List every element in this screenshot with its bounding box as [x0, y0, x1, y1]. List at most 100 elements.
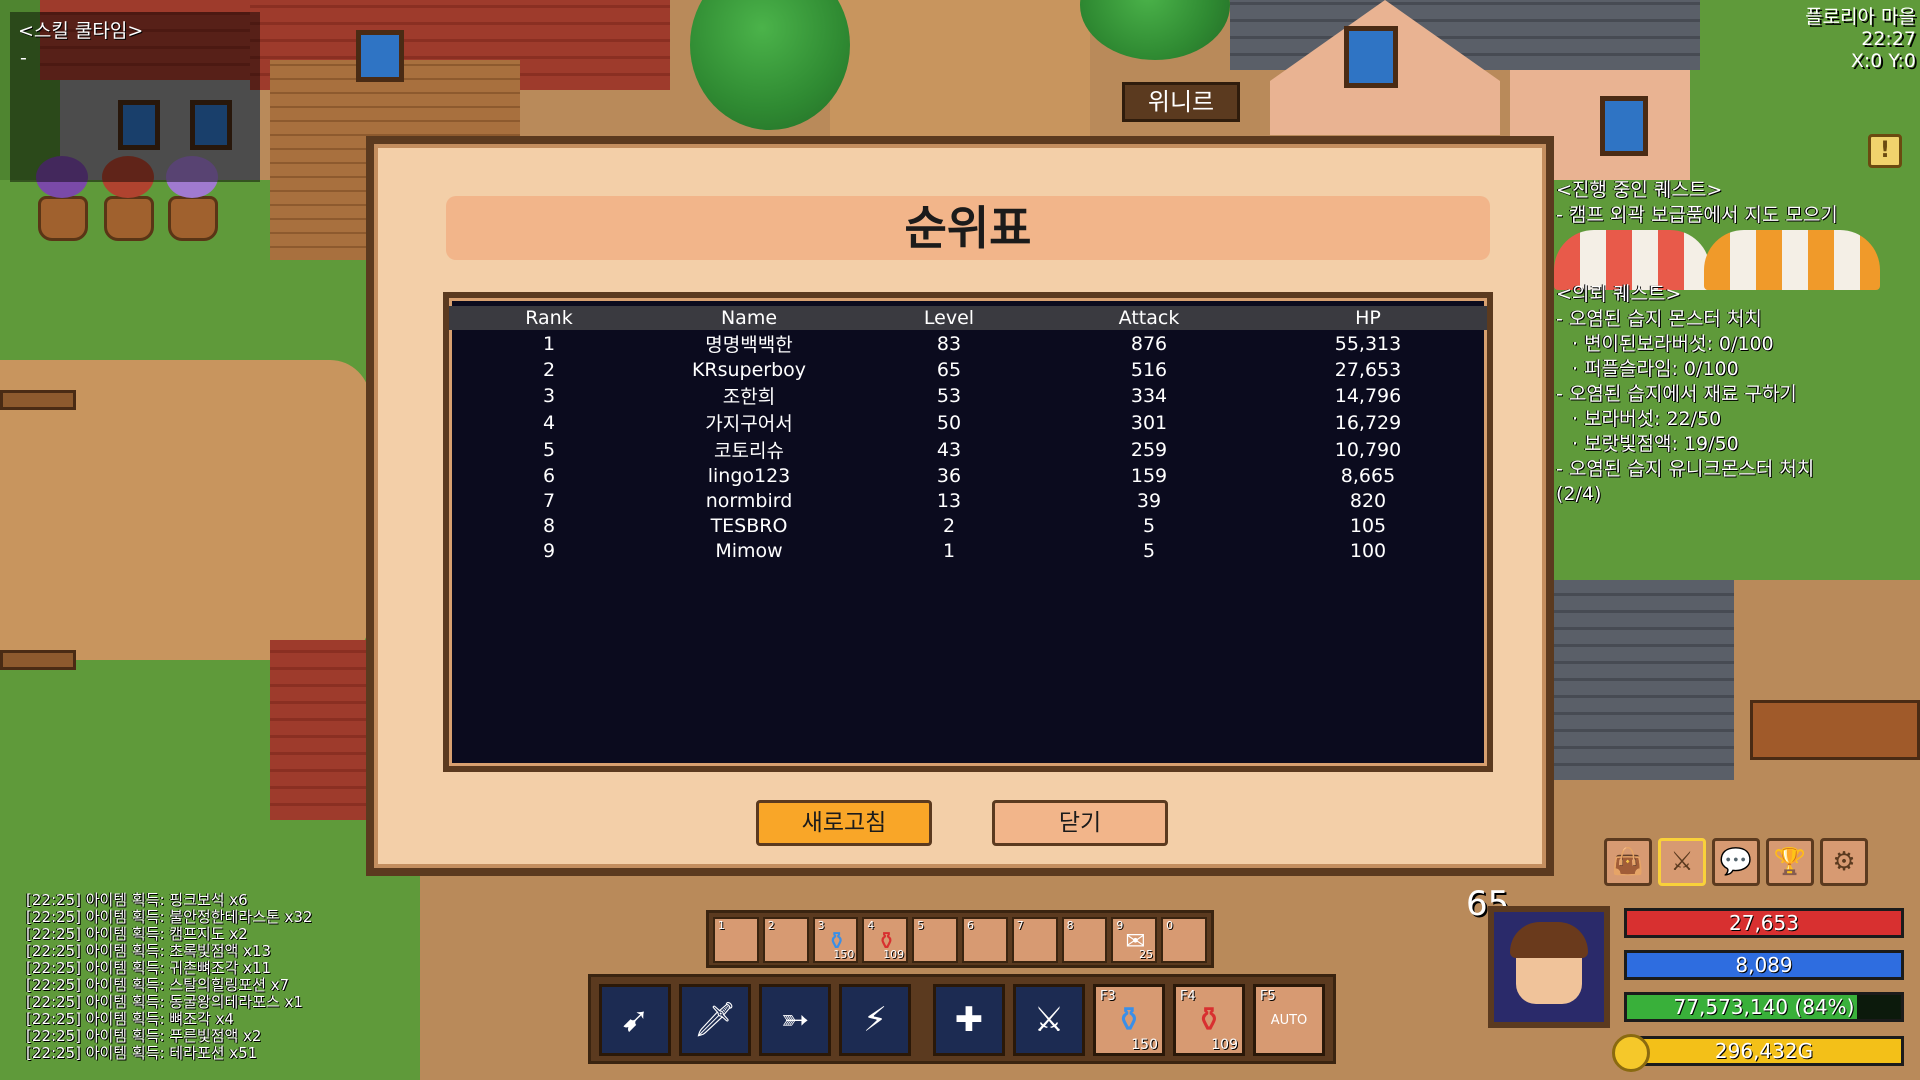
skillbar-divider — [919, 984, 925, 1054]
cell-level: 83 — [936, 332, 962, 355]
chat-icon[interactable]: 💬 — [1712, 838, 1760, 886]
request-quest-item[interactable]: - 오염된 습지 몬스터 처치 — [1556, 307, 1920, 332]
dirt-path — [830, 0, 1090, 140]
item-count: 109 — [1211, 1037, 1238, 1053]
ranking-body: 1 명명백백한 83 876 55,313 2 KRsuperboy 65 516 27,653 3… — [449, 330, 1487, 563]
chat-log: [22:25] 아이템 획득: 핑크보석 x6 [22:25] 아이템 획득: 불… — [26, 892, 446, 1062]
column-header-name: Name — [649, 306, 849, 330]
quickbar-slot-1[interactable]: 1 — [713, 917, 759, 963]
chat-line: [22:25] 아이템 획득: 뼈조각 x4 — [26, 1010, 234, 1028]
flower-pot — [38, 196, 88, 241]
cell-rank: 1 — [542, 332, 556, 355]
chat-line: [22:25] 아이템 획득: 스탈의힐링포션 x7 — [26, 976, 290, 994]
cell-attack: 259 — [1130, 438, 1168, 461]
quest-tracker: <진행 중인 퀘스트> - 캠프 외곽 보급품에서 지도 모으기 <의뢰 퀘스트… — [1556, 178, 1920, 507]
table-row: 5 코토리슈 43 259 10,790 — [449, 436, 1487, 463]
quickbar-slot-7[interactable]: 7 — [1011, 917, 1058, 963]
house-roof — [1554, 580, 1734, 780]
trophy-icon[interactable]: 🏆 — [1766, 838, 1814, 886]
request-quest-item[interactable]: - 오염된 습지에서 재료 구하기 — [1556, 382, 1920, 407]
table-row: 1 명명백백한 83 876 55,313 — [449, 330, 1487, 357]
house-window — [1600, 96, 1648, 156]
avatar-hair — [1510, 922, 1588, 958]
request-quest-progress: (2/4) — [1556, 483, 1602, 505]
quickbar-slot-9[interactable]: 9 ✉ 25 — [1111, 917, 1158, 963]
skill-cooldown-title: <스킬 쿨타임> — [18, 20, 144, 42]
cell-hp: 27,653 — [1334, 358, 1402, 381]
bag-icon[interactable]: 👜 — [1604, 838, 1652, 886]
cell-name: 명명백백한 — [705, 334, 793, 356]
quickbar-slot-8[interactable]: 8 — [1061, 917, 1108, 963]
chat-line: [22:25] 아이템 획득: 테라포션 x51 — [26, 1044, 258, 1062]
request-quest-item[interactable]: - 오염된 습지 유니크몬스터 처치 — [1556, 457, 1920, 482]
quickbar-slot-4[interactable]: 4 ⚱ 109 — [862, 917, 909, 963]
table-row: 6 lingo123 36 159 8,665 — [449, 463, 1487, 488]
cell-name: normbird — [705, 489, 793, 512]
refresh-button[interactable]: 새로고침 — [756, 800, 932, 846]
cell-rank: 9 — [542, 539, 556, 562]
request-quest-progress: · 퍼플슬라임: 0/100 — [1572, 358, 1739, 380]
skill-cooldown-value: - — [20, 47, 27, 69]
table-row: 8 TESBRO 2 5 105 — [449, 513, 1487, 538]
slot-number: 4 — [867, 919, 875, 932]
cell-hp: 820 — [1349, 489, 1387, 512]
table-row: 2 KRsuperboy 65 516 27,653 — [449, 357, 1487, 382]
lightning-skill-icon[interactable]: ⚡ — [839, 984, 911, 1056]
chat-line: [22:25] 아이템 획득: 동굴왕의테라포스 x1 — [26, 993, 303, 1011]
active-quest-item[interactable]: - 캠프 외곽 보급품에서 지도 모으기 — [1556, 203, 1920, 228]
hotkey-slot-f4[interactable]: F4 ⚱ 109 — [1173, 984, 1245, 1056]
item-count: 109 — [883, 948, 905, 961]
chat-line: [22:25] 아이템 획득: 캠프지도 x2 — [26, 925, 248, 943]
slot-number: 1 — [718, 919, 725, 932]
blade-skill-icon[interactable]: ⚔ — [1013, 984, 1085, 1056]
hotkey-label: F3 — [1100, 989, 1116, 1004]
slot-number: 2 — [767, 919, 775, 932]
quickbar-slot-2[interactable]: 2 — [762, 917, 809, 963]
ranking-table-frame: Rank Name Level Attack HP 1 명명백백한 83 876 55,… — [443, 292, 1493, 772]
cell-level: 2 — [942, 514, 956, 537]
hotkey-slot-f3[interactable]: F3 ⚱ 150 — [1093, 984, 1165, 1056]
fence — [1750, 700, 1920, 760]
auto-button[interactable]: F5 AUTO — [1253, 984, 1325, 1056]
gear-icon[interactable]: ⚙ — [1820, 838, 1868, 886]
item-count: 25 — [1139, 948, 1154, 961]
spear-skill-icon[interactable]: ➹ — [599, 984, 671, 1056]
avatar[interactable] — [1488, 906, 1610, 1028]
chat-line: [22:25] 아이템 획득: 핑크보석 x6 — [26, 891, 248, 909]
sword-skill-icon[interactable]: 🗡 — [679, 984, 751, 1056]
request-quest-progress: · 변이된보라버섯: 0/100 — [1572, 333, 1774, 355]
gold-bar: 296,432G — [1624, 1036, 1904, 1066]
cell-hp: 100 — [1349, 539, 1387, 562]
quickbar-slot-3[interactable]: 3 ⚱ 150 — [812, 917, 859, 963]
item-count: 150 — [1131, 1037, 1158, 1053]
slot-number: 7 — [1016, 919, 1024, 932]
exp-bar: 77,573,140 (84%) — [1624, 992, 1904, 1022]
auto-label: AUTO — [1270, 1012, 1308, 1028]
skill-bar: ➹ 🗡 ➳ ⚡ ✚ ⚔ F3 ⚱ 150 F4 ⚱ 109 F5 AUTO — [588, 974, 1336, 1064]
chat-line: [22:25] 아이템 획득: 불안정한테라스톤 x32 — [26, 908, 313, 926]
house-window — [1344, 26, 1398, 88]
cell-attack: 516 — [1130, 358, 1168, 381]
close-button[interactable]: 닫기 — [992, 800, 1168, 846]
fence — [0, 390, 76, 410]
heal-skill-icon[interactable]: ✚ — [933, 984, 1005, 1056]
quickbar-slot-0[interactable]: 0 — [1161, 917, 1207, 963]
red-potion-icon: ⚱ — [1194, 1000, 1224, 1040]
exclamation-icon[interactable]: ! — [1868, 134, 1902, 168]
item-quickbar: 1 2 3 ⚱ 150 4 ⚱ 109 5 6 7 8 9 ✉ 25 0 — [706, 910, 1214, 968]
location-name: 플로리아 마을 — [1805, 6, 1916, 28]
cell-level: 1 — [942, 539, 956, 562]
ranking-table: Rank Name Level Attack HP 1 명명백백한 83 876 55,… — [449, 306, 1487, 563]
cell-attack: 334 — [1130, 384, 1168, 407]
hp-bar: 27,653 — [1624, 908, 1904, 938]
game-clock: 22:27 — [1861, 28, 1916, 50]
house-window — [356, 30, 404, 82]
item-count: 150 — [833, 948, 855, 961]
swords-icon[interactable]: ⚔ — [1658, 838, 1706, 886]
slot-number: 8 — [1066, 919, 1074, 932]
quickbar-slot-6[interactable]: 6 — [961, 917, 1008, 963]
quickbar-slot-5[interactable]: 5 — [912, 917, 958, 963]
arrow-burst-skill-icon[interactable]: ➳ — [759, 984, 831, 1056]
cell-level: 65 — [936, 358, 962, 381]
village-sign: 위니르 — [1122, 82, 1240, 122]
